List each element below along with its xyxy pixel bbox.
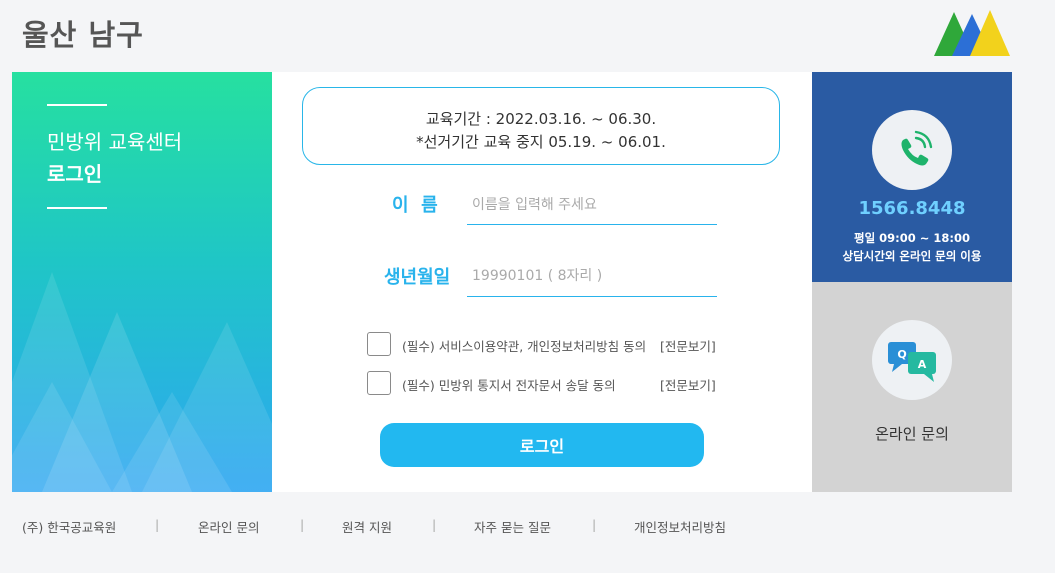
contact-panel: 1566.8448 평일 09:00 ~ 18:00 상담시간외 온라인 문의 … bbox=[812, 72, 1012, 282]
footer-separator: | bbox=[432, 517, 437, 532]
logo bbox=[934, 10, 1010, 56]
terms-view-link[interactable]: [전문보기] bbox=[660, 336, 716, 355]
divider-bottom bbox=[47, 207, 107, 209]
phone-hours: 평일 09:00 ~ 18:00 bbox=[853, 231, 971, 245]
agreement-row-terms: (필수) 서비스이용약관, 개인정보처리방침 동의 [전문보기] bbox=[367, 332, 727, 358]
qa-chat-icon: Q A bbox=[888, 342, 936, 382]
footer-separator: | bbox=[592, 517, 597, 532]
online-inquiry-label: 온라인 문의 bbox=[875, 425, 949, 443]
notice-box: 교육기간 : 2022.03.16. ~ 06.30. *선거기간 교육 중지 … bbox=[302, 87, 780, 165]
delivery-checkbox[interactable] bbox=[367, 371, 391, 395]
footer-separator: | bbox=[300, 517, 305, 532]
footer-link-inquiry[interactable]: 온라인 문의 bbox=[198, 517, 259, 536]
page-title: 울산 남구 bbox=[22, 18, 144, 52]
divider-top bbox=[47, 104, 107, 106]
footer-separator: | bbox=[155, 517, 160, 532]
login-button[interactable]: 로그인 bbox=[380, 423, 704, 467]
footer-link-company[interactable]: (주) 한국공교육원 bbox=[22, 517, 116, 536]
name-input[interactable] bbox=[467, 185, 717, 225]
delivery-view-link[interactable]: [전문보기] bbox=[660, 375, 716, 394]
login-panel: 교육기간 : 2022.03.16. ~ 06.30. *선거기간 교육 중지 … bbox=[272, 72, 812, 492]
banner-subtitle: 민방위 교육센터 bbox=[47, 130, 183, 154]
phone-icon-circle bbox=[872, 110, 952, 190]
terms-label: (필수) 서비스이용약관, 개인정보처리방침 동의 bbox=[402, 339, 647, 354]
agreement-row-delivery: (필수) 민방위 통지서 전자문서 송달 동의 [전문보기] bbox=[367, 371, 727, 397]
delivery-label: (필수) 민방위 통지서 전자문서 송달 동의 bbox=[402, 378, 616, 393]
banner-title: 로그인 bbox=[47, 162, 103, 186]
phone-note: 상담시간외 온라인 문의 이용 bbox=[842, 249, 982, 263]
qa-icon-circle: Q A bbox=[872, 320, 952, 400]
name-label: 이 름 bbox=[392, 195, 438, 216]
birthdate-input[interactable] bbox=[467, 256, 717, 297]
notice-period: 교육기간 : 2022.03.16. ~ 06.30. bbox=[425, 110, 657, 128]
phone-number: 1566.8448 bbox=[858, 198, 966, 219]
mountain-decoration bbox=[12, 272, 272, 492]
footer-link-remote-support[interactable]: 원격 지원 bbox=[342, 517, 392, 536]
left-banner: 민방위 교육센터 로그인 bbox=[12, 72, 272, 492]
footer-link-faq[interactable]: 자주 묻는 질문 bbox=[474, 517, 551, 536]
svg-text:A: A bbox=[918, 358, 927, 371]
footer-link-privacy[interactable]: 개인정보처리방침 bbox=[634, 517, 726, 536]
notice-suspension: *선거기간 교육 중지 05.19. ~ 06.01. bbox=[416, 133, 666, 151]
svg-text:Q: Q bbox=[897, 348, 906, 361]
terms-checkbox[interactable] bbox=[367, 332, 391, 356]
birthdate-label: 생년월일 bbox=[384, 267, 451, 288]
phone-icon bbox=[901, 130, 933, 166]
online-inquiry-panel[interactable]: Q A 온라인 문의 bbox=[812, 282, 1012, 492]
